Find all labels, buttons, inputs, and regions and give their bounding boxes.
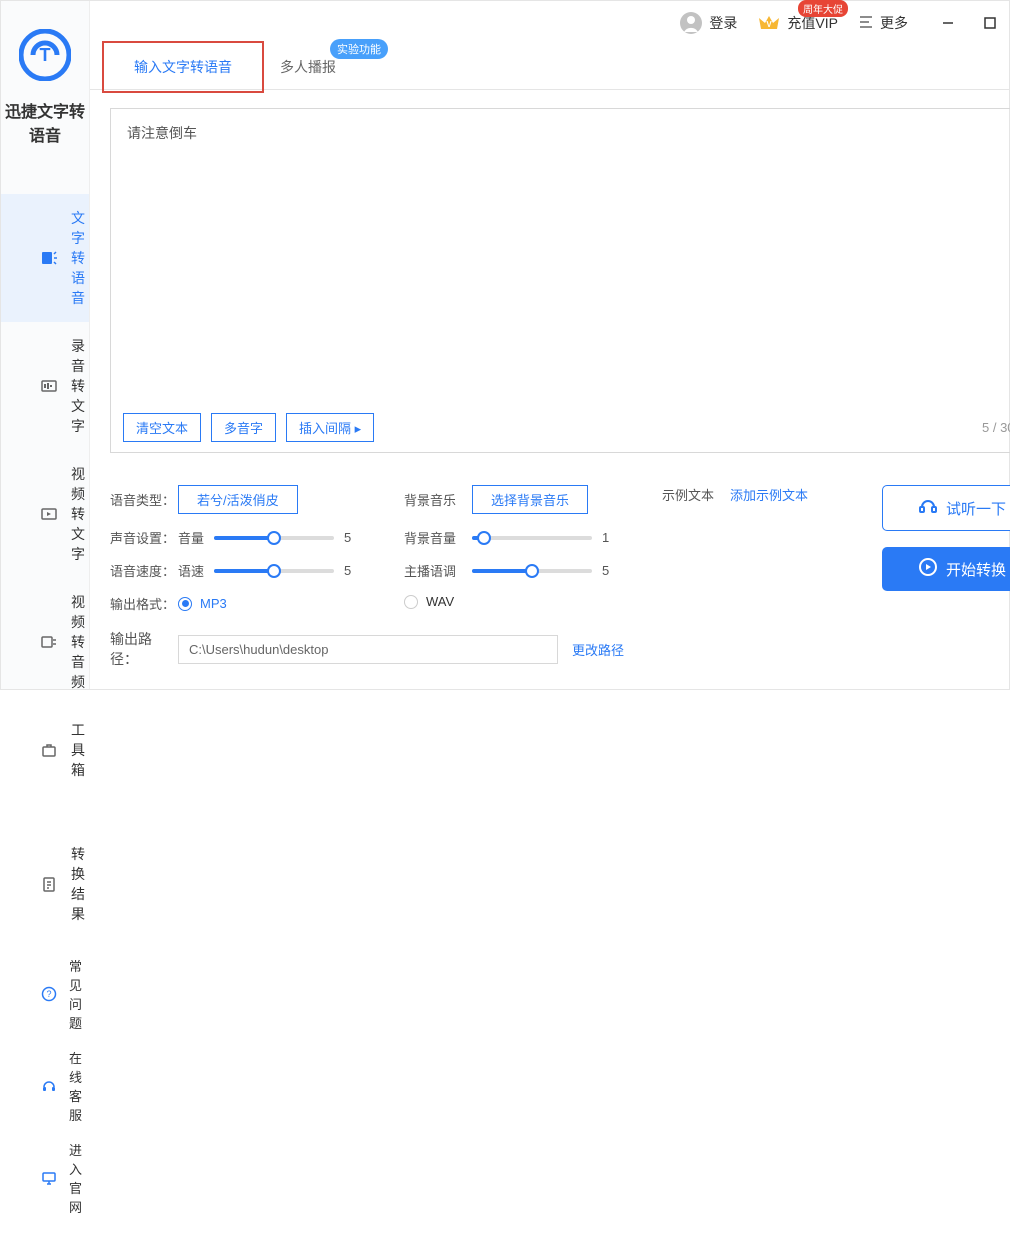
footer-faq[interactable]: ? 常见问题 [41,948,89,1040]
convert-button[interactable]: 开始转换 [882,547,1010,591]
sidebar-item-video-text[interactable]: 视频转文字 [1,450,89,578]
headset-icon [41,1078,57,1094]
login-button[interactable]: 登录 [679,11,737,35]
polyphone-button[interactable]: 多音字 [211,413,276,442]
footer-website[interactable]: 进入官网 [41,1132,89,1224]
sidebar-item-tts[interactable]: 文字转语音 [1,194,89,322]
speed-value: 5 [344,563,364,578]
text-input-area[interactable]: 请注意倒车 [111,109,1010,403]
toolbox-icon [41,742,57,758]
play-icon [918,557,938,581]
pitch-slider[interactable] [472,569,592,573]
add-sample-link[interactable]: 添加示例文本 [730,485,808,504]
tab-text-to-speech[interactable]: 输入文字转语音 [110,45,256,89]
crown-icon: V [757,11,781,35]
svg-text:T: T [40,45,51,65]
pitch-label: 主播语调 [404,561,472,580]
clear-text-button[interactable]: 清空文本 [123,413,201,442]
results-icon [41,876,57,892]
sample-label: 示例文本 [662,485,730,504]
login-label: 登录 [709,13,737,33]
volume-label: 音量 [178,528,214,547]
minimize-button[interactable] [938,13,958,33]
video-audio-icon [41,634,57,650]
change-path-link[interactable]: 更改路径 [572,640,624,659]
tab-label: 多人播报 [280,59,336,75]
sidebar-item-record[interactable]: 录音转文字 [1,322,89,450]
sidebar-item-label: 视频转文字 [71,464,89,564]
bgm-volume-label: 背景音量 [404,528,472,547]
volume-value: 5 [344,530,364,545]
voice-type-select[interactable]: 若兮/活泼俏皮 [178,485,298,514]
sidebar-item-label: 视频转音频 [71,592,89,692]
vip-badge: 周年大促 [798,0,848,17]
footer-label: 在线客服 [69,1048,89,1124]
format-label: 输出格式： [110,594,178,613]
char-counter: 5 / 3000 [982,420,1010,435]
preview-button[interactable]: 试听一下 [882,485,1010,531]
speed-sublabel: 语速 [178,561,214,580]
sidebar-item-results[interactable]: 转换结果 [1,830,89,938]
sidebar-item-label: 转换结果 [71,844,89,924]
format-wav-radio[interactable]: WAV [404,594,454,609]
bgm-volume-slider[interactable] [472,536,592,540]
svg-text:V: V [767,20,773,29]
path-label: 输出路径： [110,629,178,669]
tab-label: 输入文字转语音 [134,59,232,75]
record-icon [41,378,57,394]
sound-label: 声音设置： [110,528,178,547]
tab-multi-speaker[interactable]: 多人播报 实验功能 [256,45,360,89]
app-title: 迅捷文字转语音 [1,98,89,146]
video-text-icon [41,506,57,522]
vip-button[interactable]: V 充值VIP 周年大促 [757,11,838,35]
tts-icon [41,250,57,266]
insert-pause-button[interactable]: 插入间隔 ▸ [286,413,374,442]
speed-slider[interactable] [214,569,334,573]
more-button[interactable]: 更多 [858,13,908,33]
footer-label: 常见问题 [69,956,89,1032]
bgm-select-button[interactable]: 选择背景音乐 [472,485,588,514]
sidebar-item-toolbox[interactable]: 工具箱 [1,706,89,794]
footer-support[interactable]: 在线客服 [41,1040,89,1132]
question-icon: ? [41,986,57,1002]
sidebar-item-label: 录音转文字 [71,336,89,436]
experimental-badge: 实验功能 [330,39,388,59]
bgm-volume-value: 1 [602,530,622,545]
sidebar-item-label: 工具箱 [71,720,89,780]
svg-text:?: ? [46,989,51,999]
volume-slider[interactable] [214,536,334,540]
path-input[interactable]: C:\Users\hudun\desktop [178,635,558,664]
app-logo-icon: T [19,29,71,84]
voice-type-label: 语音类型： [110,490,178,509]
speed-label: 语音速度： [110,561,178,580]
maximize-button[interactable] [980,13,1000,33]
menu-icon [858,15,874,32]
format-mp3-radio[interactable]: MP3 [178,596,227,611]
pitch-value: 5 [602,563,622,578]
sidebar-item-video-audio[interactable]: 视频转音频 [1,578,89,706]
user-icon [679,11,703,35]
bgm-label: 背景音乐 [404,490,472,509]
more-label: 更多 [880,13,908,33]
sidebar-item-label: 文字转语音 [71,208,89,308]
footer-label: 进入官网 [69,1140,89,1216]
headset-icon [918,496,938,520]
monitor-icon [41,1170,57,1186]
